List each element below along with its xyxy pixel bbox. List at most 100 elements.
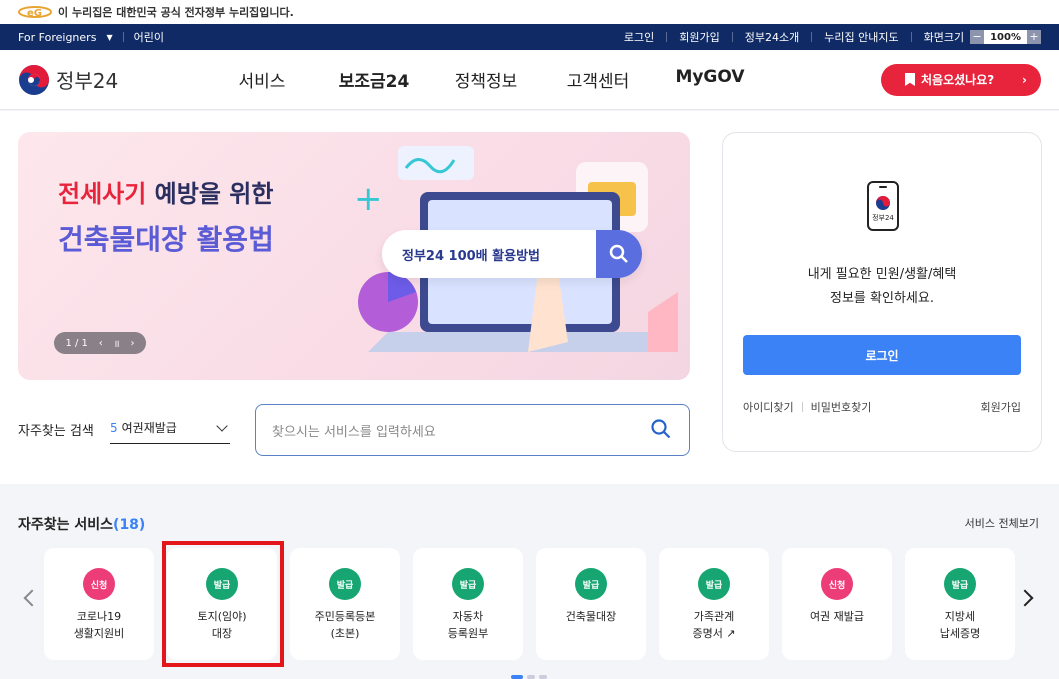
gov-notice-strip: eG 이 누리집은 대한민국 공식 전자정부 누리집입니다. xyxy=(0,0,1059,24)
mobile-id-icon: 정부24 xyxy=(867,181,899,231)
prev-slide-button[interactable]: ‹ xyxy=(99,338,103,349)
utility-bar: For Foreigners ▼ 어린이 로그인 회원가입 정부24소개 누리집… xyxy=(0,24,1059,50)
util-signup-link[interactable]: 회원가입 xyxy=(679,29,719,45)
chevron-right-icon: › xyxy=(1022,72,1027,87)
bookmark-icon xyxy=(905,73,915,86)
pause-button[interactable]: ॥ xyxy=(114,336,120,350)
service-badge: 발급 xyxy=(698,568,730,600)
service-badge: 발급 xyxy=(575,568,607,600)
banner-headline-rest: 예방을 위한 xyxy=(146,180,274,208)
service-card[interactable]: 신청 코로나19 생활지원비 xyxy=(44,548,154,660)
next-services-icon[interactable] xyxy=(1016,589,1034,607)
pager-dot[interactable] xyxy=(527,675,535,679)
caret-down-icon: ▼ xyxy=(106,32,113,42)
signup-link[interactable]: 회원가입 xyxy=(981,399,1021,415)
frequent-services-count: (18) xyxy=(113,517,146,533)
service-badge: 신청 xyxy=(83,568,115,600)
frequent-services-title: 자주찾는 서비스(18) xyxy=(18,514,145,534)
service-search-input[interactable]: 찾으시는 서비스를 입력하세요 xyxy=(255,404,690,456)
search-icon[interactable] xyxy=(651,419,671,439)
first-visit-button[interactable]: 처음오셨나요? › xyxy=(881,63,1041,96)
zoom-control: 화면크기 − 100% + xyxy=(924,29,1041,45)
services-pager xyxy=(511,675,547,679)
svg-text:eG: eG xyxy=(27,8,42,19)
login-message-line1: 내게 필요한 민원/생활/혜택 xyxy=(807,267,957,282)
service-name: 여권 재발급 xyxy=(809,610,865,623)
pager-dot[interactable] xyxy=(511,675,523,679)
login-links: 아이디찾기 비밀번호찾기 회원가입 xyxy=(743,399,1021,415)
service-name: 자동차 등록원부 xyxy=(447,610,489,640)
popular-search-select[interactable]: 5 여권재발급 xyxy=(110,412,230,444)
login-button[interactable]: 로그인 xyxy=(743,335,1021,375)
service-name: 코로나19 생활지원비 xyxy=(73,610,125,640)
find-password-link[interactable]: 비밀번호찾기 xyxy=(811,399,872,415)
promo-banner[interactable]: 전세사기 예방을 위한 건축물대장 활용법 + 정부24 100배 활용방법 1… xyxy=(18,132,690,380)
util-login-link[interactable]: 로그인 xyxy=(624,29,654,45)
banner-page-indicator: 1 / 1 xyxy=(65,337,88,349)
service-card[interactable]: 발급 주민등록등본 (초본) xyxy=(290,548,400,660)
view-all-services-link[interactable]: 서비스 전체보기 xyxy=(965,515,1039,531)
banner-pager: 1 / 1 ‹ ॥ › xyxy=(54,332,146,354)
service-name: 주민등록등본 (초본) xyxy=(314,610,376,640)
login-message-line2: 정보를 확인하세요. xyxy=(830,291,934,306)
nav-subsidy24[interactable]: 보조금24 xyxy=(318,67,430,92)
popular-search-label: 자주찾는 검색 xyxy=(18,424,94,439)
main-nav: 서비스 보조금24 정책정보 고객센터 MyGOV xyxy=(206,67,766,92)
svg-text:+: + xyxy=(354,179,383,219)
taegeuk-logo-icon xyxy=(18,64,50,96)
first-visit-label: 처음오셨나요? xyxy=(921,73,995,87)
service-card[interactable]: 발급 건축물대장 xyxy=(536,548,646,660)
for-foreigners-link[interactable]: For Foreigners xyxy=(18,31,96,44)
search-placeholder: 찾으시는 서비스를 입력하세요 xyxy=(272,424,436,440)
banner-headline-highlight: 전세사기 xyxy=(58,180,147,208)
main-header: 정부24 서비스 보조금24 정책정보 고객센터 MyGOV 처음오셨나요? › xyxy=(0,50,1059,110)
zoom-out-button[interactable]: − xyxy=(970,30,985,44)
frequent-services-label: 자주찾는 서비스 xyxy=(18,517,114,533)
divider xyxy=(801,402,803,412)
divider xyxy=(731,32,733,42)
banner-search-text: 정부24 100배 활용방법 xyxy=(402,248,540,264)
service-badge: 신청 xyxy=(821,568,853,600)
banner-headline: 전세사기 예방을 위한 xyxy=(58,174,273,209)
highlight-annotation xyxy=(162,541,284,667)
service-name: 건축물대장 xyxy=(565,610,617,623)
login-card: 정부24 내게 필요한 민원/생활/혜택 정보를 확인하세요. 로그인 아이디찾… xyxy=(722,132,1042,452)
chevron-down-icon xyxy=(216,419,228,432)
divider xyxy=(910,32,912,42)
banner-search-graphic: 정부24 100배 활용방법 xyxy=(382,230,642,278)
zoom-value: 100% xyxy=(990,31,1021,43)
service-name: 지방세 납세증명 xyxy=(939,610,981,640)
banner-subheadline: 건축물대장 활용법 xyxy=(58,223,274,256)
service-card[interactable]: 신청 여권 재발급 xyxy=(782,548,892,660)
nav-policy-info[interactable]: 정책정보 xyxy=(430,67,542,92)
popular-search-value: 여권재발급 xyxy=(121,421,177,435)
divider xyxy=(122,32,124,42)
zoom-label: 화면크기 xyxy=(923,31,965,44)
logo-text: 정부24 xyxy=(56,69,119,93)
next-slide-button[interactable]: › xyxy=(131,338,135,349)
find-id-link[interactable]: 아이디찾기 xyxy=(743,399,794,415)
service-badge: 발급 xyxy=(329,568,361,600)
util-about-link[interactable]: 정부24소개 xyxy=(745,29,799,45)
prev-services-icon[interactable] xyxy=(23,589,41,607)
service-badge: 발급 xyxy=(944,568,976,600)
nav-mygov[interactable]: MyGOV xyxy=(654,67,766,92)
gov-notice-text: 이 누리집은 대한민국 공식 전자정부 누리집입니다. xyxy=(58,6,294,19)
popular-search-rank: 5 xyxy=(110,420,118,435)
pager-dot[interactable] xyxy=(539,675,547,679)
nav-customer-center[interactable]: 고객센터 xyxy=(542,67,654,92)
service-name: 가족관계 증명서 ↗ xyxy=(692,610,736,640)
site-logo[interactable]: 정부24 xyxy=(18,64,188,96)
service-badge: 발급 xyxy=(452,568,484,600)
service-card[interactable]: 발급 자동차 등록원부 xyxy=(413,548,523,660)
divider xyxy=(811,32,813,42)
zoom-in-button[interactable]: + xyxy=(1027,30,1041,44)
kids-link[interactable]: 어린이 xyxy=(134,29,164,45)
nav-services[interactable]: 서비스 xyxy=(206,67,318,92)
divider xyxy=(666,32,668,42)
service-card[interactable]: 발급 가족관계 증명서 ↗ xyxy=(659,548,769,660)
search-icon xyxy=(596,230,642,278)
service-card[interactable]: 발급 지방세 납세증명 xyxy=(905,548,1015,660)
util-sitemap-link[interactable]: 누리집 안내지도 xyxy=(824,29,898,45)
egov-logo-icon: eG xyxy=(18,5,52,19)
